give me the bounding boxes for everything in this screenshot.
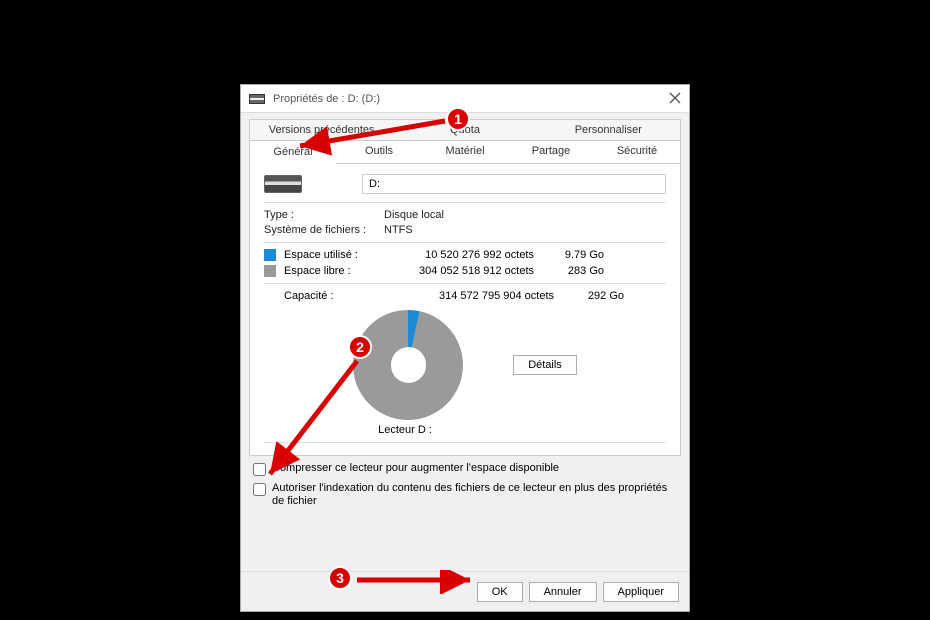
type-value: Disque local — [384, 209, 666, 221]
ok-button[interactable]: OK — [477, 582, 523, 602]
type-label: Type : — [264, 209, 384, 221]
annotation-marker-1: 1 — [446, 107, 470, 131]
annotation-arrow-3 — [352, 570, 482, 594]
apply-button[interactable]: Appliquer — [603, 582, 679, 602]
drive-icon-small — [249, 94, 265, 104]
details-button[interactable]: Détails — [513, 355, 577, 375]
fs-value: NTFS — [384, 224, 666, 236]
annotation-marker-2: 2 — [348, 335, 372, 359]
annotation-arrow-2 — [262, 356, 372, 486]
annotation-marker-3: 3 — [328, 566, 352, 590]
annotation-arrow-1 — [290, 113, 450, 163]
tab-personnaliser[interactable]: Personnaliser — [537, 120, 680, 140]
used-swatch — [264, 249, 276, 261]
fs-label: Système de fichiers : — [264, 224, 384, 236]
free-row: Espace libre : 304 052 518 912 octets 28… — [264, 265, 666, 277]
drive-name-input[interactable] — [362, 174, 666, 194]
capacity-row: Capacité : 314 572 795 904 octets 292 Go — [264, 290, 666, 302]
used-row: Espace utilisé : 10 520 276 992 octets 9… — [264, 249, 666, 261]
properties-dialog: Propriétés de : D: (D:) Versions précéde… — [240, 84, 690, 612]
close-icon[interactable] — [667, 90, 683, 106]
tab-partage[interactable]: Partage — [508, 141, 594, 163]
tab-securite[interactable]: Sécurité — [594, 141, 680, 163]
free-swatch — [264, 265, 276, 277]
drive-icon — [264, 175, 302, 193]
cancel-button[interactable]: Annuler — [529, 582, 597, 602]
lecteur-label: Lecteur D : — [378, 424, 432, 436]
window-title: Propriétés de : D: (D:) — [273, 93, 380, 105]
